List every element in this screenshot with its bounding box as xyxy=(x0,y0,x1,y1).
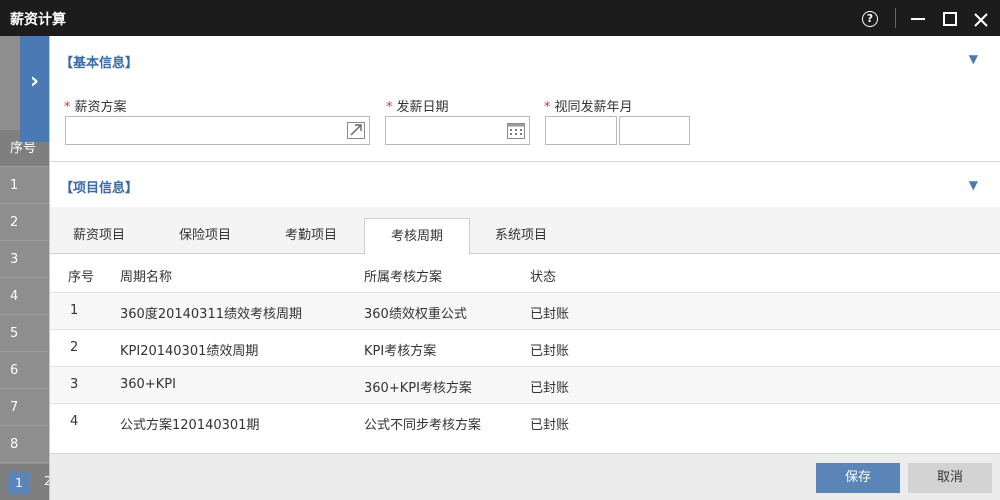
cell-status: 已封账 xyxy=(530,344,570,359)
column-header-period-name: 周期名称 xyxy=(120,270,173,285)
background-row: 5 xyxy=(0,315,50,352)
background-row: 4 xyxy=(0,278,50,315)
open-link-icon[interactable] xyxy=(347,122,365,139)
cell-no: 4 xyxy=(70,414,79,429)
required-marker: * xyxy=(386,100,393,115)
tab-assessment-period[interactable]: 考核周期 xyxy=(364,218,470,255)
cell-status: 已封账 xyxy=(530,418,570,433)
table-row[interactable]: 3 360+KPI 360+KPI考核方案 已封账 xyxy=(50,366,1000,403)
background-row: 7 xyxy=(0,389,50,426)
background-row: 1 xyxy=(0,167,50,204)
column-header-status: 状态 xyxy=(530,270,557,285)
dialog-title: 薪资计算 xyxy=(10,12,66,28)
save-button[interactable]: 保存 xyxy=(816,463,900,493)
basic-info-collapse-icon[interactable]: ▼ xyxy=(969,52,978,66)
tab-insurance-items[interactable]: 保险项目 xyxy=(156,218,254,255)
cell-status: 已封账 xyxy=(530,381,570,396)
cell-period-name: 360+KPI xyxy=(120,377,176,392)
cell-plan: 360绩效权重公式 xyxy=(364,307,467,322)
salary-plan-label-text: 薪资方案 xyxy=(74,100,127,115)
salary-plan-label: * 薪资方案 xyxy=(64,96,127,115)
calendar-icon[interactable] xyxy=(507,122,525,139)
title-bar-separator xyxy=(895,8,896,28)
maximize-icon xyxy=(943,11,957,26)
project-info-collapse-icon[interactable]: ▼ xyxy=(969,178,978,192)
cancel-button[interactable]: 取消 xyxy=(908,463,992,493)
cell-period-name: KPI20140301绩效周期 xyxy=(120,344,259,359)
cell-no: 1 xyxy=(70,303,79,318)
tab-attendance-items[interactable]: 考勤项目 xyxy=(262,218,360,255)
dialog-footer: 保存 取消 xyxy=(50,453,1000,500)
as-pay-year-input[interactable] xyxy=(545,116,617,145)
pay-date-input[interactable] xyxy=(385,116,530,145)
tab-system-items[interactable]: 系统项目 xyxy=(472,218,570,255)
pay-date-label: * 发薪日期 xyxy=(386,96,449,115)
pay-date-label-text: 发薪日期 xyxy=(396,100,449,115)
background-row: 6 xyxy=(0,352,50,389)
as-pay-month-label-text: 视同发薪年月 xyxy=(554,100,633,115)
required-marker: * xyxy=(64,100,71,115)
minimize-icon xyxy=(911,17,925,20)
as-pay-month-input[interactable] xyxy=(619,116,690,145)
cell-period-name: 360度20140311绩效考核周期 xyxy=(120,307,302,322)
salary-plan-input[interactable] xyxy=(65,116,370,145)
cell-plan: 公式不同步考核方案 xyxy=(364,418,482,433)
background-pager: 1 2 xyxy=(0,464,52,500)
cell-plan: 360+KPI考核方案 xyxy=(364,381,472,396)
chevron-right-icon: › xyxy=(29,69,40,94)
minimize-button[interactable] xyxy=(903,4,933,32)
background-row: 3 xyxy=(0,241,50,278)
close-button[interactable] xyxy=(966,4,996,32)
dialog-title-bar: 薪资计算 ? xyxy=(0,0,1000,36)
project-tabs: 薪资项目 保险项目 考勤项目 考核周期 系统项目 xyxy=(50,207,1000,255)
help-button[interactable]: ? xyxy=(855,4,885,32)
column-header-no: 序号 xyxy=(68,270,95,285)
tab-salary-items[interactable]: 薪资项目 xyxy=(50,218,148,255)
close-icon xyxy=(974,12,988,27)
dialog-body: 【基本信息】 ▼ *薪资方案 *发薪日期 *视同发薪年月 【项目信息】 ▼ xyxy=(49,36,1000,500)
background-row: 2 xyxy=(0,204,50,241)
required-marker: * xyxy=(544,100,551,115)
project-info-title: 【项目信息】 xyxy=(60,181,139,196)
background-page-1: 1 xyxy=(8,472,30,494)
sidebar-toggle-button[interactable]: › xyxy=(20,36,49,142)
cell-status: 已封账 xyxy=(530,307,570,322)
table-row[interactable]: 4 公式方案120140301期 公式不同步考核方案 已封账 xyxy=(50,403,1000,440)
background-row: 8 xyxy=(0,426,50,463)
as-pay-month-label: * 视同发薪年月 xyxy=(544,96,633,115)
column-header-plan: 所属考核方案 xyxy=(364,270,443,285)
question-circle-icon: ? xyxy=(862,10,878,27)
cell-period-name: 公式方案120140301期 xyxy=(120,418,260,433)
cell-plan: KPI考核方案 xyxy=(364,344,437,359)
section-divider xyxy=(50,161,1000,162)
table-row[interactable]: 1 360度20140311绩效考核周期 360绩效权重公式 已封账 xyxy=(50,292,1000,329)
basic-info-title: 【基本信息】 xyxy=(60,56,139,71)
cell-no: 3 xyxy=(70,377,79,392)
table-header: 序号 周期名称 所属考核方案 状态 xyxy=(50,255,1000,292)
maximize-button[interactable] xyxy=(935,4,965,32)
table-row[interactable]: 2 KPI20140301绩效周期 KPI考核方案 已封账 xyxy=(50,329,1000,366)
cell-no: 2 xyxy=(70,340,79,355)
